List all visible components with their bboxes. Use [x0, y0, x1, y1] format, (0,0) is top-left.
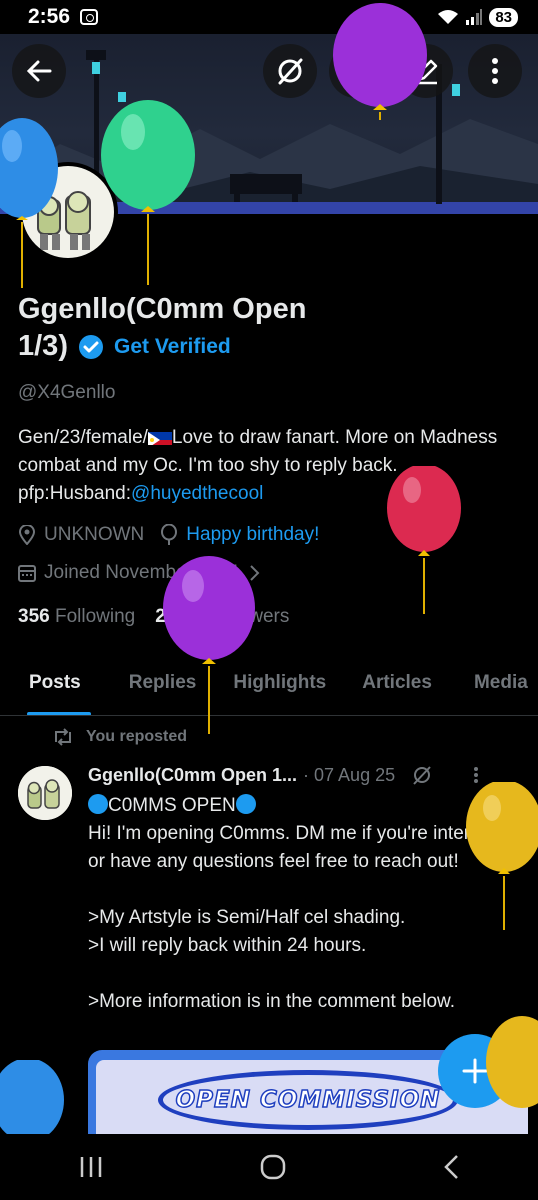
balloon-purple-top — [333, 3, 427, 120]
repost-icon — [55, 728, 71, 746]
screenshot-icon — [80, 9, 99, 25]
location-pin-icon — [18, 525, 36, 545]
signal-icon — [466, 9, 483, 25]
post-author-name[interactable]: Ggenllo(C0mm Open 1... — [88, 765, 297, 786]
profile-name-line2: 1/3) — [18, 330, 68, 362]
media-oval: OPEN COMMISSION — [158, 1070, 458, 1130]
profile-location: UNKNOWN — [44, 524, 145, 545]
tab-posts[interactable]: Posts — [27, 664, 91, 715]
following-link[interactable]: 356 Following — [18, 606, 135, 628]
following-label: Following — [54, 606, 136, 627]
post-body: C0MMS OPEN Hi! I'm opening C0mms. DM me … — [88, 792, 518, 1016]
status-time: 2:56 — [28, 5, 71, 28]
balloon-green — [101, 100, 195, 285]
system-nav-bar — [0, 1134, 538, 1200]
calendar-icon — [18, 565, 36, 582]
status-bar: 2:56 83 — [0, 0, 538, 34]
balloon-yellow — [466, 782, 538, 930]
profile-tabs: Posts Replies Highlights Articles Media — [0, 664, 538, 716]
post-avatar-image — [18, 766, 72, 820]
verified-badge-icon — [78, 334, 103, 359]
blue-circle-emoji — [88, 794, 108, 814]
balloon-blue — [0, 118, 58, 288]
post-title: C0MMS OPEN — [108, 795, 236, 816]
post-date[interactable]: · 07 Aug 25 — [303, 765, 395, 786]
post-author-avatar[interactable] — [18, 766, 72, 820]
wifi-icon — [438, 10, 459, 24]
bio-text-start: Gen/23/female/ — [18, 427, 148, 448]
birthday-link[interactable]: Happy birthday! — [186, 524, 319, 546]
back-button[interactable] — [12, 44, 66, 98]
media-text: OPEN COMMISSION — [175, 1086, 441, 1114]
recents-icon[interactable] — [78, 1155, 104, 1179]
bio-mention-link[interactable]: @huyedthecool — [131, 483, 263, 504]
balloon-red — [387, 466, 461, 614]
balloon-yellow-bottom — [486, 1016, 538, 1108]
grok-icon — [278, 58, 303, 85]
profile-handle: @X4Genllo — [18, 382, 116, 403]
balloon-purple — [163, 556, 255, 734]
more-options-button[interactable] — [468, 44, 522, 98]
more-vertical-icon — [492, 58, 498, 84]
battery-indicator: 83 — [489, 7, 518, 27]
blue-circle-emoji — [235, 794, 256, 814]
home-icon[interactable] — [260, 1154, 286, 1180]
tab-media[interactable]: Media — [474, 664, 528, 715]
name-verified-row: 1/3) Get Verified — [18, 330, 231, 363]
arrow-left-icon — [26, 60, 52, 82]
post-header: Ggenllo(C0mm Open 1... · 07 Aug 25 — [88, 764, 528, 786]
profile-name: Ggenllo(C0mm Open — [18, 293, 307, 325]
philippines-flag-icon — [147, 429, 172, 445]
profile-meta-row: UNKNOWN Happy birthday! — [18, 524, 319, 546]
tab-articles[interactable]: Articles — [362, 664, 432, 715]
grok-icon[interactable] — [411, 764, 433, 786]
following-count: 356 — [18, 606, 50, 627]
balloon-blue-bottom — [0, 1060, 64, 1140]
back-nav-icon[interactable] — [442, 1154, 460, 1180]
get-verified-link[interactable]: Get Verified — [114, 335, 231, 359]
grok-button[interactable] — [263, 44, 317, 98]
post-text: Hi! I'm opening C0mms. DM me if you're i… — [88, 823, 517, 1012]
balloon-icon — [161, 524, 178, 545]
